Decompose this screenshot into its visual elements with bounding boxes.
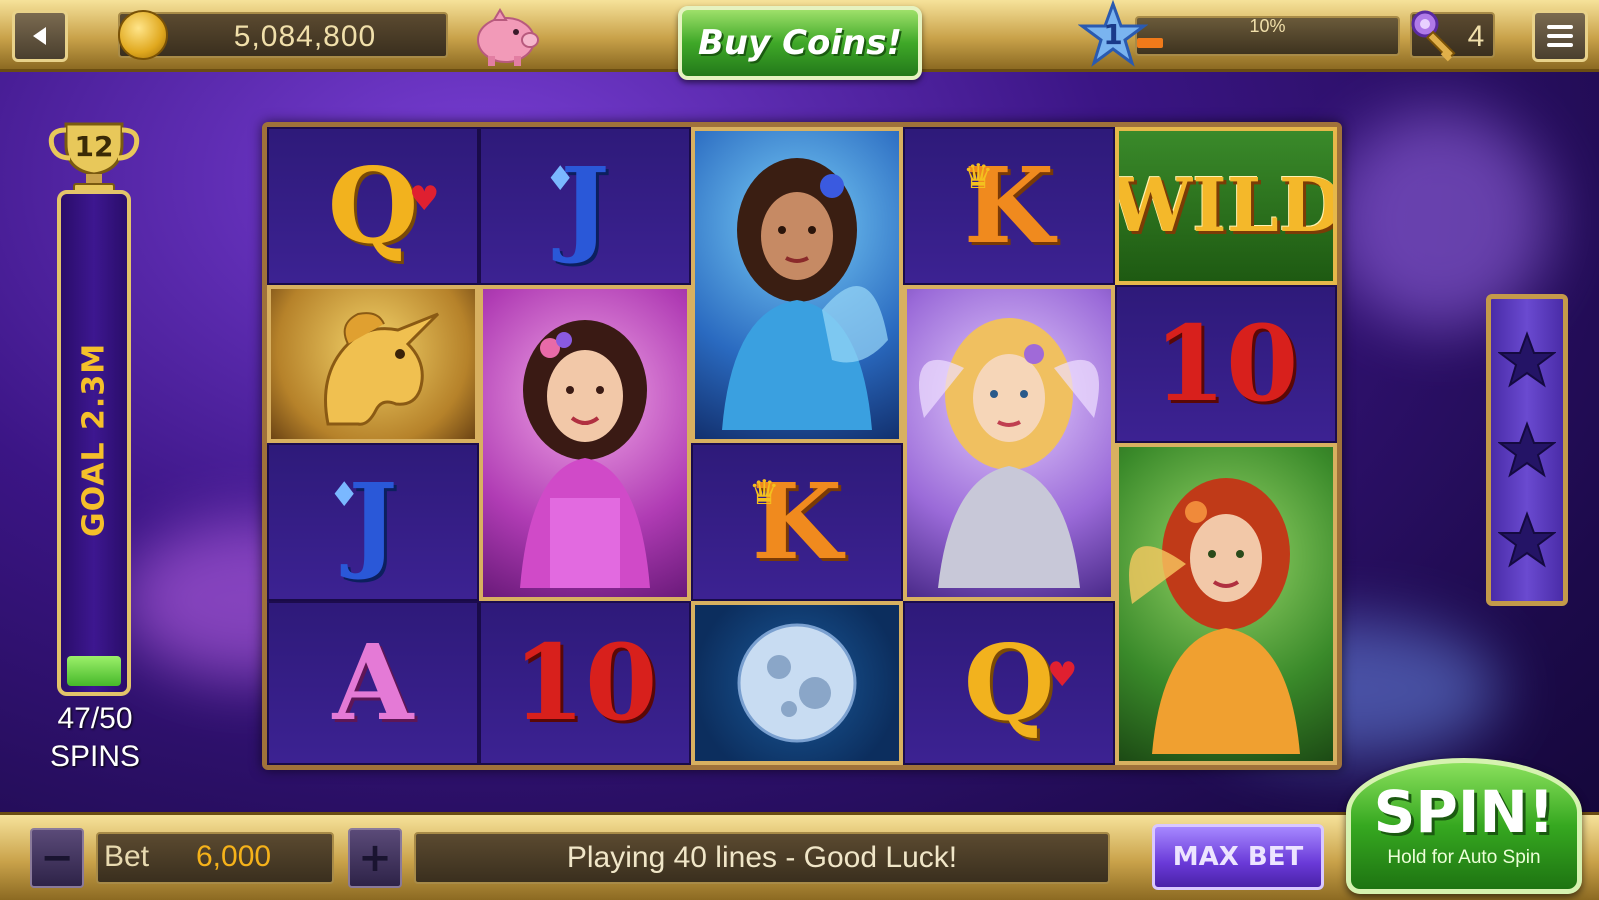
- symbol-glyph: 10: [1153, 302, 1299, 425]
- goal-progress-fill: [67, 656, 121, 686]
- spins-label: SPINS: [49, 740, 141, 773]
- fairy-pink-portrait: [520, 320, 650, 588]
- max-bet-button[interactable]: MAX BET: [1152, 824, 1324, 890]
- star-icon: [1498, 421, 1556, 478]
- piggy-bank-icon[interactable]: [468, 4, 540, 70]
- slot-reels[interactable]: Q ♥ J ♦ A J ♦ 10 K ♛ K ♛ Q ♥ WILD 10: [262, 122, 1342, 770]
- symbol-queen: Q ♥: [267, 127, 479, 285]
- crown-icon: ♛: [749, 473, 780, 513]
- symbol-king: K ♛: [903, 127, 1115, 285]
- symbol-glyph: Q: [963, 621, 1055, 744]
- menu-button[interactable]: [1532, 10, 1588, 62]
- heart-icon: ♥: [1047, 655, 1078, 695]
- symbol-jack: J ♦: [267, 443, 479, 601]
- status-message: Playing 40 lines - Good Luck!: [566, 841, 958, 874]
- symbol-ten: 10: [479, 601, 691, 765]
- coin-balance: 5,084,800: [233, 20, 377, 53]
- moon-icon: [737, 623, 857, 743]
- symbol-unicorn: [267, 285, 479, 443]
- bet-increase-button[interactable]: +: [348, 828, 402, 888]
- coin-icon: [118, 10, 168, 60]
- symbol-king: K ♛: [691, 443, 903, 601]
- symbol-fairy-blonde: [903, 285, 1115, 601]
- symbol-wild: WILD: [1115, 127, 1337, 285]
- symbol-moon: [691, 601, 903, 765]
- unicorn-icon: [324, 312, 440, 426]
- level-number: 1: [1103, 18, 1123, 51]
- symbol-queen: Q ♥: [903, 601, 1115, 765]
- back-button[interactable]: [12, 10, 68, 62]
- goal-label: GOAL 2.3M: [76, 342, 112, 538]
- star-meter: [1486, 294, 1568, 606]
- symbol-ace: A: [267, 601, 479, 765]
- star-icon: [1498, 511, 1556, 568]
- symbol-fairy-blue: [691, 127, 903, 443]
- buy-coins-button[interactable]: Buy Coins!: [678, 6, 922, 80]
- spin-label: SPIN!: [1373, 778, 1555, 846]
- symbol-fairy-red: [1115, 443, 1337, 765]
- max-bet-label: MAX BET: [1172, 842, 1304, 872]
- trophy-level: 12: [74, 130, 114, 163]
- keys-count: 4: [1467, 20, 1485, 53]
- symbol-glyph: A: [332, 621, 414, 744]
- spin-button[interactable]: SPIN! Hold for Auto Spin: [1346, 758, 1582, 894]
- symbol-glyph: Q: [327, 144, 419, 267]
- spins-count: 47/50: [57, 702, 133, 735]
- wild-label: WILD: [1115, 163, 1337, 249]
- star-icon: [1498, 331, 1556, 388]
- hamburger-menu-icon: [1547, 34, 1573, 38]
- symbol-ten: 10: [1115, 285, 1337, 443]
- bet-label: Bet: [104, 840, 150, 873]
- fairy-red-portrait: [1129, 478, 1300, 754]
- status-message-box: Playing 40 lines - Good Luck!: [414, 832, 1110, 884]
- xp-percent: 10%: [1249, 16, 1286, 36]
- back-arrow-icon: [33, 27, 46, 45]
- crown-icon: ♛: [963, 157, 994, 197]
- fairy-blue-portrait: [722, 158, 888, 430]
- symbol-jack: J ♦: [479, 127, 691, 285]
- symbol-fairy-pink: [479, 285, 691, 601]
- bet-value: 6,000: [196, 840, 272, 873]
- hamburger-menu-icon: [1547, 25, 1573, 29]
- minus-icon: −: [40, 835, 74, 881]
- spin-sublabel: Hold for Auto Spin: [1387, 847, 1541, 868]
- fairy-blonde-portrait: [919, 318, 1099, 588]
- heart-icon: ♥: [409, 179, 440, 219]
- symbol-glyph: 10: [512, 621, 658, 744]
- diamond-icon: ♦: [329, 475, 360, 515]
- bet-decrease-button[interactable]: −: [30, 828, 84, 888]
- buy-coins-label: Buy Coins!: [697, 23, 903, 63]
- hamburger-menu-icon: [1547, 43, 1573, 47]
- diamond-icon: ♦: [545, 159, 576, 199]
- plus-icon: +: [358, 835, 392, 881]
